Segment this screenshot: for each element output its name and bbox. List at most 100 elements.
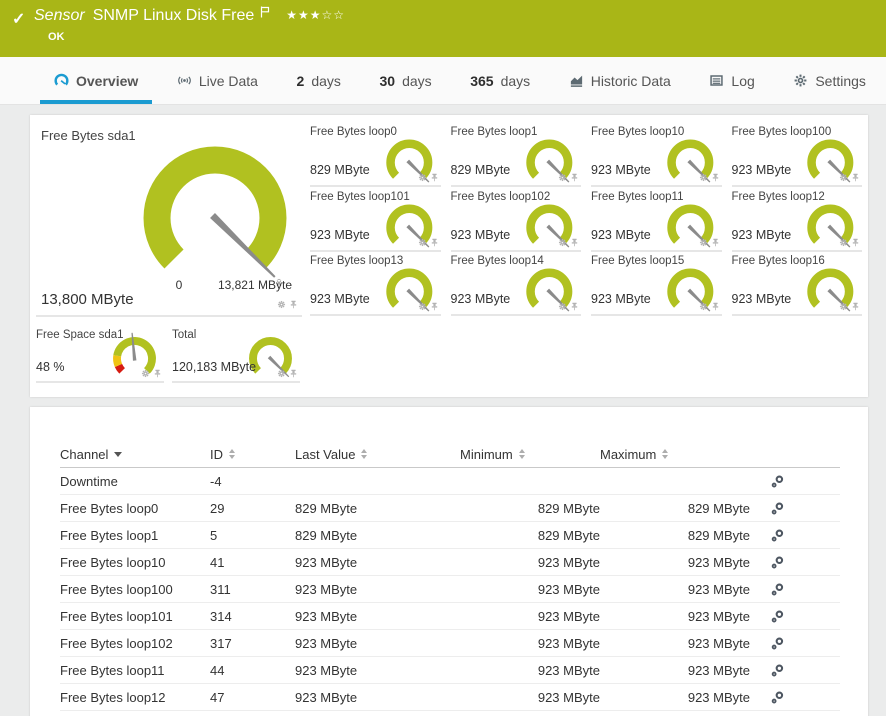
cell-last-value: 923 MByte [295,555,460,570]
gauge-tile[interactable]: Free Bytes loop14 923 MByte [451,252,582,316]
gauge-tile[interactable]: Free Bytes loop100 923 MByte [732,123,863,187]
gauge-title: Free Bytes loop100 [732,126,832,138]
pin-icon[interactable] [430,302,439,311]
star-rating[interactable]: ★★★☆☆ [286,8,345,22]
column-header[interactable]: Channel [60,447,210,462]
channel-gauge [385,198,439,257]
tab-live-data[interactable]: Live Data [163,57,272,104]
gear-icon[interactable] [699,302,708,311]
gear-icon[interactable] [699,238,708,247]
gauge-tile[interactable]: Free Bytes loop1 829 MByte [451,123,582,187]
gear-icon[interactable] [418,173,427,182]
column-header[interactable]: Maximum [600,447,750,462]
tab-days[interactable]: 365 days [456,57,544,104]
channel-gauge [385,133,439,192]
pin-icon[interactable] [289,300,298,309]
channel-gauge [666,262,720,321]
tab-historic-data[interactable]: Historic Data [555,57,685,104]
pin-icon[interactable] [570,238,579,247]
gear-icon[interactable] [558,238,567,247]
gear-icon[interactable] [141,369,150,378]
column-header[interactable]: ID [210,447,295,462]
gear-icon[interactable] [418,302,427,311]
column-header[interactable]: Minimum [460,447,600,462]
gauge-tile[interactable]: Free Bytes loop12 923 MByte [732,188,863,252]
pin-icon[interactable] [711,238,720,247]
gauge-value: 923 MByte [591,163,651,177]
channel-settings-gears-icon[interactable] [770,609,785,624]
gauge-value: 923 MByte [310,228,370,242]
pin-icon[interactable] [851,302,860,311]
channel-settings-gears-icon[interactable] [770,690,785,705]
gear-icon[interactable] [839,238,848,247]
gauge-tile[interactable]: Total 120,183 MByte [172,326,300,383]
pin-icon[interactable] [430,238,439,247]
tab-overview[interactable]: Overview [40,57,152,104]
channel-settings-gears-icon[interactable] [770,528,785,543]
sort-icon [114,452,122,457]
gauge-tile[interactable]: Free Space sda1 48 % [36,326,164,383]
channel-settings-gears-icon[interactable] [770,636,785,651]
pin-icon[interactable] [851,238,860,247]
cell-channel: Free Bytes loop11 [60,663,210,678]
tab-label: Settings [815,73,866,89]
gauge-title: Free Bytes loop13 [310,255,403,267]
gear-icon[interactable] [558,173,567,182]
channel-settings-gears-icon[interactable] [770,582,785,597]
gauge-tile[interactable]: Free Bytes loop0 829 MByte [310,123,441,187]
gauge-bottom-row: Free Space sda1 48 % Total [36,326,862,383]
gauge-title: Free Bytes loop10 [591,126,684,138]
tab-log[interactable]: Log [695,57,768,104]
gear-icon[interactable] [418,238,427,247]
tab-icon [177,73,192,88]
pin-icon[interactable] [570,302,579,311]
column-header[interactable]: Last Value [295,447,460,462]
pin-icon[interactable] [711,302,720,311]
channel-settings-gears-icon[interactable] [770,663,785,678]
cell-last-value: 829 MByte [295,501,460,516]
gauge-title: Free Bytes loop15 [591,255,684,267]
pin-icon[interactable] [289,369,298,378]
tab-icon [793,73,808,88]
cell-minimum: 829 MByte [460,501,600,516]
channel-settings-gears-icon[interactable] [770,501,785,516]
gear-icon[interactable] [699,173,708,182]
gauge-tile[interactable]: Free Bytes loop16 923 MByte [732,252,863,316]
gauge-tile[interactable]: Free Bytes loop101 923 MByte [310,188,441,252]
tab-days[interactable]: 2 days [283,57,355,104]
channel-settings-gears-icon[interactable] [770,555,785,570]
pin-icon[interactable] [153,369,162,378]
gauge-tile[interactable]: Free Bytes loop10 923 MByte [591,123,722,187]
tab-label: days [501,73,531,89]
tab-days[interactable]: 30 days [365,57,445,104]
gear-icon[interactable] [839,302,848,311]
pin-icon[interactable] [430,173,439,182]
primary-gauge-tile[interactable]: Free Bytes sda1 x̄ 0 13,821 MByte 13,800… [36,123,302,317]
cell-maximum: 923 MByte [600,663,750,678]
pin-icon[interactable] [711,173,720,182]
column-header-label: Minimum [460,447,513,462]
gauge-tile[interactable]: Free Bytes loop11 923 MByte [591,188,722,252]
tab-settings[interactable]: Settings [779,57,880,104]
gear-icon[interactable] [558,302,567,311]
gauge-tile[interactable]: Free Bytes loop15 923 MByte [591,252,722,316]
table-row: Free Bytes loop12 47 923 MByte 923 MByte… [60,684,840,711]
gauge-tile[interactable]: Free Bytes loop102 923 MByte [451,188,582,252]
gear-icon[interactable] [277,300,286,309]
channel-settings-gears-icon[interactable] [770,474,785,489]
table-row: Free Bytes loop102 317 923 MByte 923 MBy… [60,630,840,657]
table-row: Free Bytes loop10 41 923 MByte 923 MByte… [60,549,840,576]
cell-id: 311 [210,582,295,597]
pin-icon[interactable] [851,173,860,182]
gauge-tile[interactable]: Free Bytes loop13 923 MByte [310,252,441,316]
cell-maximum: 923 MByte [600,555,750,570]
table-body: Downtime -4 Free Bytes loop0 29 829 MByt… [60,468,840,711]
gauge-value: 829 MByte [451,163,511,177]
flag-icon[interactable] [260,5,270,23]
gear-icon[interactable] [277,369,286,378]
sort-icon [662,449,668,459]
pin-icon[interactable] [570,173,579,182]
gear-icon[interactable] [839,173,848,182]
gauge-title: Free Bytes loop12 [732,191,825,203]
cell-minimum: 923 MByte [460,636,600,651]
